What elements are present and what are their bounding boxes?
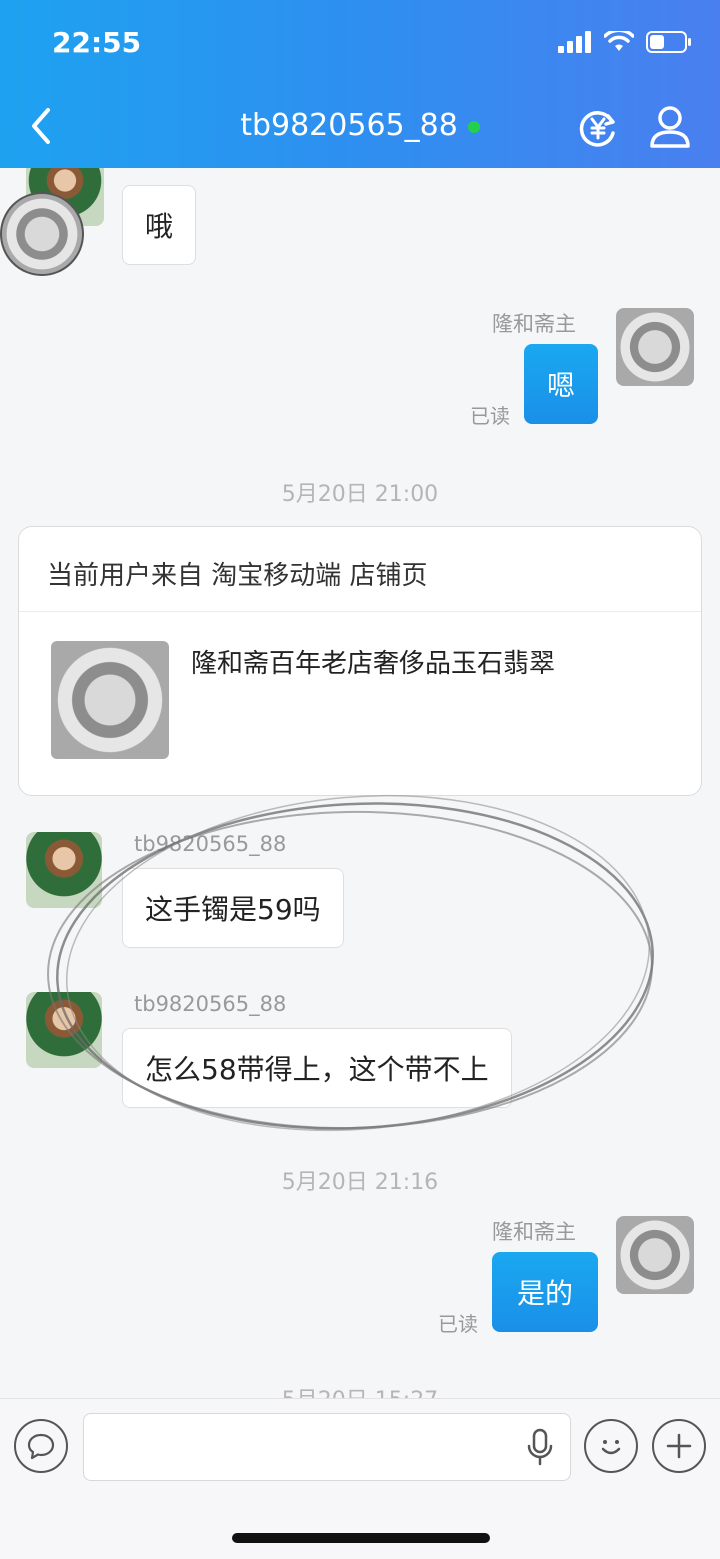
chat-bubble-icon[interactable] (14, 1419, 68, 1473)
message-sender: tb9820565_88 (134, 832, 287, 856)
message-text: 哦 (145, 210, 174, 243)
wifi-icon (604, 31, 634, 51)
timestamp: 5月20日 21:00 (281, 482, 439, 507)
message-text: 是的 (516, 1277, 573, 1310)
shop-title: 隆和斋百年老店奢侈品玉石翡翠 (191, 649, 556, 679)
message-text: 怎么58带得上，这个带不上 (145, 1053, 489, 1086)
shop-thumbnail[interactable] (51, 641, 169, 759)
message-bubble-incoming[interactable]: 这手镯是59吗 (122, 868, 344, 948)
card-source-text: 当前用户来自 淘宝移动端 店铺页 (47, 561, 428, 591)
message-input[interactable] (83, 1413, 571, 1481)
message-bubble-incoming[interactable]: 哦 (122, 185, 197, 265)
read-status: 已读 (470, 404, 510, 428)
timestamp: 5月20日 15:27 (0, 1382, 720, 1398)
message-sender: tb9820565_88 (134, 992, 287, 1016)
message-bubble-incoming[interactable]: 怎么58带得上，这个带不上 (122, 1028, 512, 1108)
read-status: 已读 (438, 1312, 478, 1336)
seller-avatar[interactable] (616, 308, 694, 386)
message-list[interactable]: 哦 隆和斋主 嗯 已读 5月20日 21:00 当前用户来自 淘宝移动端 店铺页… (0, 168, 720, 1398)
emoji-icon[interactable] (584, 1419, 638, 1473)
card-divider (19, 611, 701, 612)
yen-refresh-icon[interactable] (578, 108, 618, 148)
message-text: 嗯 (546, 369, 575, 402)
message-bubble-outgoing[interactable]: 是的 (492, 1252, 598, 1332)
plus-glyph (666, 1433, 692, 1459)
message-bubble-outgoing[interactable]: 嗯 (524, 344, 598, 424)
status-icons (558, 30, 692, 54)
timestamp: 5月20日 21:16 (281, 1170, 439, 1195)
microphone-icon[interactable] (526, 1428, 554, 1468)
status-time: 22:55 (52, 26, 142, 59)
home-indicator[interactable] (232, 1533, 490, 1543)
message-sender: 隆和斋主 (492, 312, 576, 336)
source-card[interactable]: 当前用户来自 淘宝移动端 店铺页 隆和斋百年老店奢侈品玉石翡翠 (18, 526, 702, 796)
battery-icon (646, 31, 691, 53)
online-indicator (467, 120, 480, 133)
plus-icon[interactable] (652, 1419, 706, 1473)
contact-avatar[interactable] (26, 832, 102, 908)
seller-avatar[interactable] (616, 1216, 694, 1294)
chat-bubble-glyph (27, 1433, 55, 1460)
contact-avatar-overlay (0, 192, 84, 276)
message-text: 这手镯是59吗 (145, 893, 321, 926)
message-sender: 隆和斋主 (492, 1220, 576, 1244)
contact-name: tb9820565_88 (240, 108, 458, 143)
user-icon[interactable] (648, 104, 692, 150)
contact-avatar[interactable] (26, 992, 102, 1068)
signal-icon (558, 31, 591, 53)
top-bar: 22:55 tb9820565_88 (0, 0, 720, 168)
input-bar (0, 1398, 720, 1559)
emoji-glyph (601, 1440, 621, 1455)
